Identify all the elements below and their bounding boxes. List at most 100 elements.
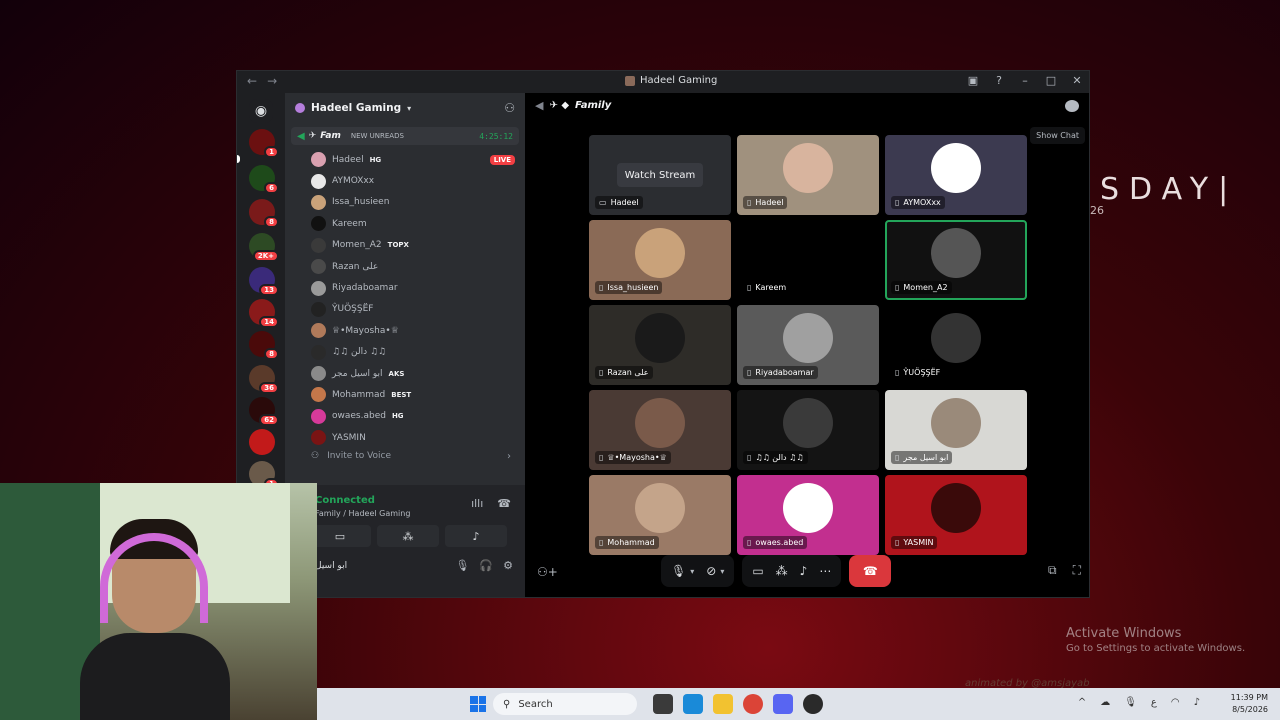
noise-suppression-icon[interactable]: ıllı bbox=[471, 497, 483, 510]
edge-icon[interactable] bbox=[683, 694, 703, 714]
settings-gear-icon[interactable]: ⚙ bbox=[503, 559, 513, 572]
video-tile[interactable]: ▯ Hadeel bbox=[737, 135, 879, 215]
device-icon: ▯ bbox=[599, 538, 604, 547]
voice-member-row[interactable]: Riyadaboamar bbox=[305, 277, 519, 298]
voice-member-row[interactable]: Momen_A2 TOPX bbox=[305, 235, 519, 256]
voice-member-row[interactable]: AYMOXxx bbox=[305, 170, 519, 191]
discord-home-icon[interactable]: ◉ bbox=[249, 99, 273, 123]
member-name: Momen_A2 bbox=[332, 240, 382, 251]
forward-arrow-icon[interactable]: → bbox=[267, 74, 277, 88]
server-avatar[interactable]: 36 bbox=[249, 365, 279, 394]
tile-name: Kareem bbox=[755, 283, 787, 292]
voice-member-row[interactable]: ابو اسيل مجر AKS bbox=[305, 363, 519, 384]
server-avatar[interactable]: 6 bbox=[249, 165, 279, 194]
video-tile[interactable]: ▯ ♫♫ دالن ♫♫ bbox=[737, 390, 879, 470]
server-avatar[interactable] bbox=[249, 429, 275, 455]
chat-bubble-icon[interactable] bbox=[1065, 100, 1079, 112]
server-avatar[interactable]: 1 bbox=[249, 129, 279, 158]
server-avatar[interactable]: 14 bbox=[249, 299, 279, 328]
invite-to-voice-button[interactable]: ⚇ Invite to Voice › bbox=[311, 451, 511, 462]
task-view-icon[interactable] bbox=[653, 694, 673, 714]
video-tile[interactable]: ▯ ♕•Mayosha•♕ bbox=[589, 390, 731, 470]
windows-start-icon[interactable] bbox=[470, 696, 486, 712]
clock[interactable]: 11:39 PM 8/5/2026 bbox=[1231, 692, 1268, 716]
voice-member-row[interactable]: ♕•Mayosha•♕ bbox=[305, 320, 519, 341]
video-tile[interactable]: Watch Stream ▭ Hadeel bbox=[589, 135, 731, 215]
video-tile[interactable]: ▯ ابو اسيل مجر bbox=[885, 390, 1027, 470]
new-unreads-label[interactable]: NEW UNREADS bbox=[351, 132, 404, 140]
inbox-icon[interactable]: ▣ bbox=[967, 74, 979, 87]
voice-member-row[interactable]: owaes.abed HG bbox=[305, 406, 519, 427]
video-tile[interactable]: ▯ Mohammad bbox=[589, 475, 731, 555]
video-tile[interactable]: ▯ Razan على bbox=[589, 305, 731, 385]
voice-member-row[interactable]: Kareem bbox=[305, 213, 519, 234]
member-name: Hadeel bbox=[332, 154, 364, 165]
server-header[interactable]: Hadeel Gaming ▾ ⚇ bbox=[285, 93, 525, 123]
share-screen-icon[interactable]: ▭ bbox=[752, 564, 763, 578]
voice-member-row[interactable]: Hadeel HG LIVE bbox=[305, 149, 519, 170]
device-icon: ▯ bbox=[895, 198, 900, 207]
add-member-icon[interactable]: ⚇ bbox=[504, 101, 515, 115]
add-person-icon[interactable]: ⚇+ bbox=[537, 565, 558, 579]
video-tile[interactable]: ▯ ŶUÖŞŞËF bbox=[885, 305, 1027, 385]
server-avatar[interactable]: 62 bbox=[249, 397, 279, 426]
soundboard-button[interactable]: ♪ bbox=[445, 525, 507, 547]
voice-member-row[interactable]: ŶUÖŞŞËF bbox=[305, 299, 519, 320]
microphone-icon[interactable]: 🎙 bbox=[455, 559, 469, 572]
cloud-icon[interactable]: ☁ bbox=[1100, 697, 1110, 708]
mic-tray-icon[interactable]: 🎙 bbox=[1124, 697, 1137, 708]
close-icon[interactable]: ✕ bbox=[1071, 74, 1083, 87]
voice-channel-path[interactable]: Family / Hadeel Gaming bbox=[315, 509, 410, 518]
chrome-icon[interactable] bbox=[743, 694, 763, 714]
obs-icon[interactable] bbox=[803, 694, 823, 714]
wifi-icon[interactable]: ◠ bbox=[1171, 697, 1180, 708]
voice-member-row[interactable]: Mohammad BEST bbox=[305, 384, 519, 405]
help-icon[interactable]: ? bbox=[993, 74, 1005, 87]
camera-off-icon[interactable]: ⊘ bbox=[706, 564, 716, 578]
server-avatar[interactable]: 13 bbox=[249, 267, 279, 296]
language-icon[interactable]: ع bbox=[1151, 697, 1157, 708]
fullscreen-icon[interactable]: ⛶ bbox=[1073, 563, 1081, 578]
video-tile[interactable]: ▯ Kareem bbox=[737, 220, 879, 300]
microphone-icon[interactable]: 🎙 bbox=[671, 564, 686, 578]
video-tile[interactable]: ▯ Riyadaboamar bbox=[737, 305, 879, 385]
server-avatar[interactable]: 2K+ bbox=[249, 233, 279, 262]
pop-out-icon[interactable]: ⧉ bbox=[1048, 563, 1057, 578]
voice-member-row[interactable]: Issa_husieen bbox=[305, 192, 519, 213]
video-tile[interactable]: ▯ Issa_husieen bbox=[589, 220, 731, 300]
voice-channel-row[interactable]: ◀ ✈ Fam NEW UNREADS 4:25:12 bbox=[291, 127, 519, 145]
more-options-icon[interactable]: ⋯ bbox=[819, 564, 831, 578]
server-avatar[interactable]: 8 bbox=[249, 331, 279, 360]
chevron-down-icon[interactable]: ▾ bbox=[690, 567, 694, 576]
video-tile[interactable]: ▯ AYMOXxx bbox=[885, 135, 1027, 215]
current-user-name[interactable]: ابو اسيل bbox=[315, 561, 347, 571]
taskbar-search[interactable]: ⚲ Search bbox=[493, 693, 637, 715]
file-explorer-icon[interactable] bbox=[713, 694, 733, 714]
watch-stream-button[interactable]: Watch Stream bbox=[617, 163, 703, 187]
back-arrow-icon[interactable]: ← bbox=[247, 74, 257, 88]
activate-subtitle: Go to Settings to activate Windows. bbox=[1066, 643, 1246, 654]
video-tile[interactable]: ▯ Momen_A2 bbox=[885, 220, 1027, 300]
share-screen-button[interactable]: ▭ bbox=[309, 525, 371, 547]
invite-to-voice-label: Invite to Voice bbox=[327, 451, 392, 461]
volume-icon[interactable]: ♪ bbox=[1194, 697, 1200, 708]
voice-member-row[interactable]: YASMIN bbox=[305, 427, 519, 448]
headphones-icon[interactable]: 🎧 bbox=[479, 559, 493, 572]
chevron-up-icon[interactable]: ^ bbox=[1078, 697, 1086, 708]
soundboard-icon[interactable]: ♪ bbox=[800, 564, 808, 578]
tile-label: ▯ AYMOXxx bbox=[891, 196, 945, 209]
voice-member-row[interactable]: Razan على bbox=[305, 256, 519, 277]
video-tile[interactable]: ▯ YASMIN bbox=[885, 475, 1027, 555]
discord-taskbar-icon[interactable] bbox=[773, 694, 793, 714]
server-avatar[interactable]: 8 bbox=[249, 199, 279, 228]
activities-button[interactable]: ⁂ bbox=[377, 525, 439, 547]
disconnect-icon[interactable]: ☎ bbox=[497, 497, 511, 510]
minimize-icon[interactable]: – bbox=[1019, 74, 1031, 87]
chevron-down-icon[interactable]: ▾ bbox=[720, 567, 724, 576]
activities-icon[interactable]: ⁂ bbox=[776, 564, 788, 578]
maximize-icon[interactable]: □ bbox=[1045, 74, 1057, 87]
video-tile[interactable]: ▯ owaes.abed bbox=[737, 475, 879, 555]
voice-member-row[interactable]: ♫♫ دالن ♫♫ bbox=[305, 342, 519, 363]
hang-up-button[interactable]: ☎ bbox=[849, 555, 892, 587]
voice-status[interactable]: Connected bbox=[315, 495, 375, 506]
